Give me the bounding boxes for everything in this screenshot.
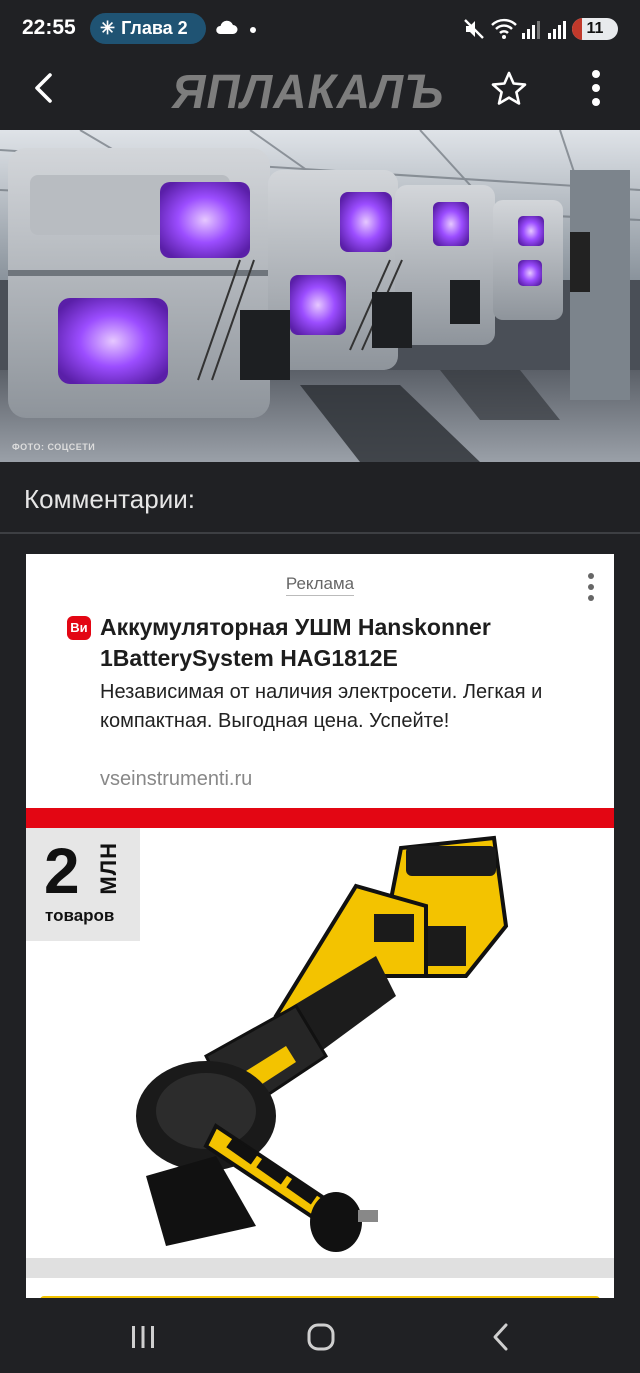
cloud-icon xyxy=(216,20,238,34)
ad-card[interactable]: Реклама Ви Аккумуляторная УШМ Hanskonner… xyxy=(26,554,614,1304)
goods-count-badge: 2 МЛН товаров xyxy=(26,828,140,941)
comments-heading: Комментарии: xyxy=(24,484,195,514)
ad-red-banner xyxy=(26,808,614,828)
ad-label-text: Реклама xyxy=(285,574,355,596)
badge-text: товаров xyxy=(45,906,115,925)
system-nav-bar xyxy=(0,1298,640,1373)
mute-icon xyxy=(464,19,484,39)
battery-indicator: 11 xyxy=(572,18,618,40)
photo-credit: ФОТО: СОЦСЕТИ xyxy=(12,442,96,452)
site-logo[interactable]: ЯПЛАКАЛЪ xyxy=(172,63,444,120)
app-bar: ЯПЛАКАЛЪ xyxy=(0,58,640,130)
advertiser-logo: Ви xyxy=(67,616,91,640)
ad-product-image[interactable]: 2 МЛН товаров xyxy=(26,806,614,1304)
status-time: 22:55 xyxy=(22,16,76,39)
comments-divider xyxy=(0,532,640,534)
wifi-icon xyxy=(491,18,517,39)
angle-grinder-illustration xyxy=(136,835,509,1252)
more-vert-icon[interactable] xyxy=(588,68,604,108)
ad-label: Реклама xyxy=(26,574,614,596)
battery-level: 11 xyxy=(586,20,604,37)
ad-domain[interactable]: vseinstrumenti.ru xyxy=(100,768,252,791)
notification-chip-label: Глава 2 xyxy=(121,18,188,38)
badge-unit: МЛН xyxy=(96,842,121,895)
more-vert-icon[interactable] xyxy=(586,572,596,602)
signal-2-icon xyxy=(548,21,566,39)
back-arrow-icon[interactable] xyxy=(30,72,58,104)
back-icon[interactable] xyxy=(490,1322,512,1352)
badge-number: 2 xyxy=(44,835,80,907)
status-bar: 22:55 ✳ Глава 2 11 xyxy=(0,0,640,58)
ad-description: Независимая от наличия электросети. Легк… xyxy=(100,681,543,732)
home-icon[interactable] xyxy=(306,1322,336,1352)
sparkle-icon: ✳ xyxy=(100,18,116,38)
star-outline-icon[interactable] xyxy=(490,70,528,108)
recent-apps-icon[interactable] xyxy=(130,1324,156,1350)
signal-1-icon xyxy=(522,21,540,39)
notification-chip[interactable]: ✳ Глава 2 xyxy=(90,13,206,44)
article-photo: ФОТО: СОЦСЕТИ xyxy=(0,130,640,462)
ad-title[interactable]: Аккумуляторная УШМ Hanskonner 1BatterySy… xyxy=(100,612,600,674)
capsule-hotel-photo xyxy=(0,130,640,462)
notification-dot xyxy=(250,27,256,33)
ad-image-footer-strip xyxy=(26,1258,614,1278)
